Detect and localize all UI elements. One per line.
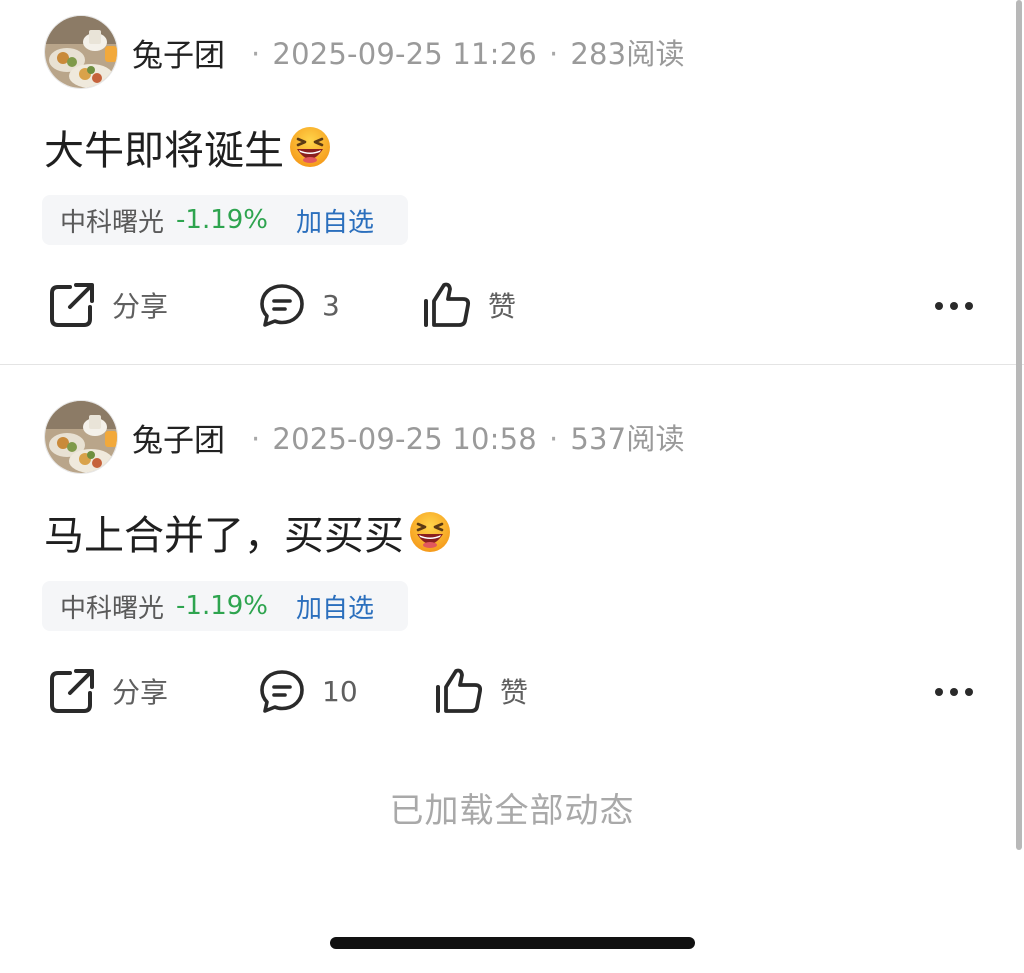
post-datetime: 2025-09-25 10:58 — [272, 422, 537, 456]
stock-tag[interactable]: 中科曙光 -1.19% 加自选 — [42, 195, 408, 245]
share-button[interactable]: 分享 — [48, 275, 168, 335]
like-button[interactable]: 赞 — [422, 275, 516, 335]
post-actions: 分享 10 赞 — [0, 661, 1024, 721]
stock-name[interactable]: 中科曙光 — [60, 588, 164, 625]
comment-button[interactable]: 3 — [258, 275, 340, 335]
comment-icon — [258, 667, 306, 715]
post-header: 兔子团 · 2025-09-25 11:26 · 283阅读 — [44, 14, 685, 90]
scrollbar[interactable] — [1016, 0, 1022, 850]
avatar[interactable] — [44, 15, 118, 89]
share-button[interactable]: 分享 — [48, 661, 168, 721]
stock-name[interactable]: 中科曙光 — [60, 202, 164, 239]
post-datetime: 2025-09-25 11:26 — [272, 37, 537, 71]
separator-dot: · — [548, 37, 559, 71]
like-label: 赞 — [488, 290, 517, 323]
post-header: 兔子团 · 2025-09-25 10:58 · 537阅读 — [44, 399, 685, 475]
more-icon — [934, 296, 974, 315]
post-card: 兔子团 · 2025-09-25 11:26 · 283阅读 大牛即将诞生 中科… — [0, 0, 1024, 365]
comment-count: 10 — [322, 674, 358, 708]
post-meta: · 2025-09-25 10:58 · 537阅读 — [239, 416, 685, 458]
read-count: 283阅读 — [570, 37, 685, 71]
comment-count: 3 — [322, 288, 340, 322]
all-loaded-message: 已加载全部动态 — [389, 791, 635, 831]
separator-dot: · — [251, 37, 261, 71]
add-to-watchlist-button[interactable]: 加自选 — [296, 202, 374, 239]
more-button[interactable] — [934, 275, 974, 335]
thumbs-up-icon — [422, 281, 472, 329]
post-card: 兔子团 · 2025-09-25 10:58 · 537阅读 马上合并了，买买买 — [0, 365, 1024, 745]
post-text: 马上合并了，买买买 — [44, 513, 404, 559]
add-to-watchlist-button[interactable]: 加自选 — [296, 588, 374, 625]
post-actions: 分享 3 赞 — [0, 275, 1024, 335]
share-icon — [48, 281, 96, 329]
share-label: 分享 — [112, 676, 169, 709]
separator-dot: · — [251, 422, 261, 456]
comment-button[interactable]: 10 — [258, 661, 358, 721]
home-indicator[interactable] — [330, 937, 695, 949]
separator-dot: · — [548, 422, 559, 456]
post-meta: · 2025-09-25 11:26 · 283阅读 — [239, 31, 685, 73]
post-content[interactable]: 马上合并了，买买买 — [44, 503, 452, 561]
like-button[interactable]: 赞 — [434, 661, 528, 721]
share-icon — [48, 667, 96, 715]
grinning-squinting-face-emoji-icon — [288, 125, 332, 169]
like-label: 赞 — [500, 676, 529, 709]
stock-change: -1.19% — [176, 205, 268, 235]
thumbs-up-icon — [434, 667, 484, 715]
more-icon — [934, 682, 974, 701]
stock-tag[interactable]: 中科曙光 -1.19% 加自选 — [42, 581, 408, 631]
feed-page: 兔子团 · 2025-09-25 11:26 · 283阅读 大牛即将诞生 中科… — [0, 0, 1024, 973]
grinning-squinting-face-emoji-icon — [408, 510, 452, 554]
author-name[interactable]: 兔子团 — [132, 30, 225, 75]
author-name[interactable]: 兔子团 — [132, 415, 225, 460]
share-label: 分享 — [112, 290, 169, 323]
read-count: 537阅读 — [570, 422, 685, 456]
avatar[interactable] — [44, 400, 118, 474]
post-content[interactable]: 大牛即将诞生 — [44, 118, 332, 176]
post-text: 大牛即将诞生 — [44, 128, 284, 174]
comment-icon — [258, 281, 306, 329]
stock-change: -1.19% — [176, 591, 268, 621]
more-button[interactable] — [934, 661, 974, 721]
